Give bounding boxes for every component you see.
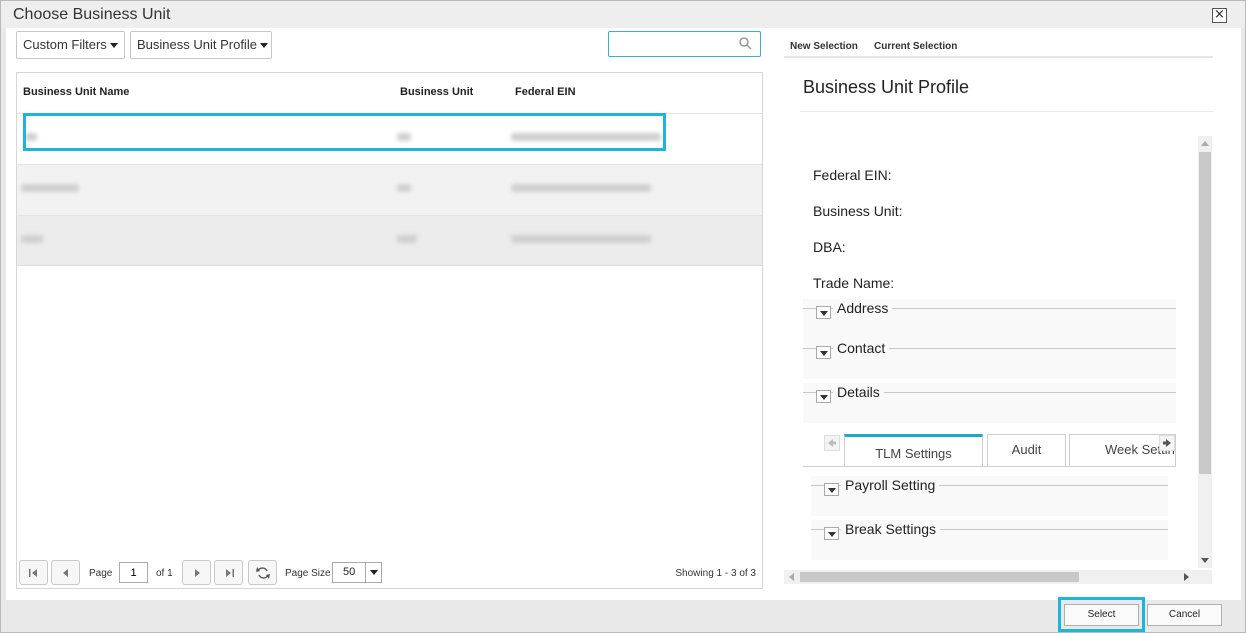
address-section: Address xyxy=(803,299,1176,339)
tab-divider xyxy=(784,56,1213,58)
redacted-cell xyxy=(511,235,651,243)
profile-title: Business Unit Profile xyxy=(803,77,970,97)
business-unit-profile-dropdown[interactable]: Business Unit Profile xyxy=(130,31,272,59)
contact-legend: Contact xyxy=(833,340,890,356)
page-label: Page xyxy=(89,568,113,579)
column-header-federal-ein[interactable]: Federal EIN xyxy=(515,86,576,98)
grid-pager: Page of 1 Page Size xyxy=(17,556,762,588)
select-button-highlight xyxy=(1058,597,1145,632)
choose-business-unit-dialog: Choose Business Unit × Custom Filters Bu… xyxy=(0,0,1246,633)
refresh-button[interactable] xyxy=(248,560,277,585)
tab-new-selection[interactable]: New Selection xyxy=(790,41,858,52)
break-settings-collapse-toggle[interactable] xyxy=(824,527,839,540)
chevron-down-icon xyxy=(820,311,828,316)
scroll-up-icon[interactable] xyxy=(1201,141,1209,146)
field-trade-name: Trade Name: xyxy=(813,275,895,291)
page-count-label: of 1 xyxy=(156,568,173,579)
break-settings-legend: Break Settings xyxy=(841,521,941,537)
profile-horizontal-scrollbar[interactable] xyxy=(784,570,1212,584)
next-page-icon xyxy=(195,569,200,577)
last-page-icon xyxy=(226,569,234,577)
tab-tlm-settings[interactable]: TLM Settings xyxy=(844,434,983,466)
column-header-business-unit-name[interactable]: Business Unit Name xyxy=(23,86,129,98)
scroll-right-icon[interactable] xyxy=(1184,573,1189,581)
chevron-down-icon xyxy=(365,563,381,582)
business-unit-profile-label: Business Unit Profile xyxy=(137,37,257,52)
previous-page-icon xyxy=(63,569,68,577)
scroll-left-icon[interactable] xyxy=(789,573,794,581)
tabs-scroll-right-button[interactable] xyxy=(1159,435,1175,451)
cancel-button[interactable]: Cancel xyxy=(1147,604,1222,626)
next-page-button[interactable] xyxy=(182,560,211,585)
close-icon: × xyxy=(1214,7,1225,22)
chevron-down-icon xyxy=(820,395,828,400)
redacted-cell xyxy=(397,235,417,243)
search-box xyxy=(608,31,761,57)
address-collapse-toggle[interactable] xyxy=(816,306,831,319)
redacted-cell xyxy=(397,184,411,192)
search-input[interactable] xyxy=(613,32,733,56)
field-dba: DBA: xyxy=(813,239,846,255)
details-section: Details xyxy=(803,383,1176,423)
contact-collapse-toggle[interactable] xyxy=(816,346,831,359)
refresh-icon xyxy=(256,567,270,579)
custom-filters-dropdown[interactable]: Custom Filters xyxy=(16,31,125,59)
vertical-scroll-thumb[interactable] xyxy=(1199,152,1211,474)
page-size-value: 50 xyxy=(343,566,356,578)
contact-section: Contact xyxy=(803,339,1176,379)
first-page-button[interactable] xyxy=(19,560,48,585)
page-size-select[interactable]: 50 xyxy=(332,562,382,583)
tab-current-selection[interactable]: Current Selection xyxy=(874,41,957,52)
chevron-down-icon xyxy=(828,532,836,537)
chevron-down-icon xyxy=(259,43,268,49)
horizontal-scroll-thumb[interactable] xyxy=(800,572,1079,582)
table-row[interactable] xyxy=(17,215,762,266)
payroll-setting-section: Payroll Setting xyxy=(811,476,1168,516)
chevron-down-icon xyxy=(820,351,828,356)
showing-count: Showing 1 - 3 of 3 xyxy=(675,568,756,579)
field-business-unit: Business Unit: xyxy=(813,203,903,219)
grid-header: Business Unit Name Business Unit Federal… xyxy=(17,73,762,113)
last-page-button[interactable] xyxy=(214,560,243,585)
arrow-right-icon xyxy=(1163,439,1171,447)
dialog-content: Custom Filters Business Unit Profile Bus… xyxy=(6,28,1241,600)
close-button[interactable]: × xyxy=(1212,8,1227,23)
redacted-cell xyxy=(21,184,79,192)
column-header-business-unit[interactable]: Business Unit xyxy=(400,86,473,98)
details-collapse-toggle[interactable] xyxy=(816,390,831,403)
selected-row-highlight xyxy=(23,113,666,151)
tab-audit[interactable]: Audit xyxy=(987,434,1066,466)
redacted-cell xyxy=(21,235,43,243)
field-federal-ein: Federal EIN: xyxy=(813,167,892,183)
address-legend: Address xyxy=(833,300,893,316)
table-row[interactable] xyxy=(17,164,762,215)
profile-divider xyxy=(800,111,1213,112)
arrow-left-icon xyxy=(828,439,836,447)
dialog-title: Choose Business Unit xyxy=(13,6,171,23)
tab-panel-border xyxy=(803,466,1176,467)
previous-page-button[interactable] xyxy=(51,560,80,585)
profile-vertical-scrollbar[interactable] xyxy=(1198,136,1212,568)
business-unit-grid: Business Unit Name Business Unit Federal… xyxy=(16,72,763,589)
page-number-input[interactable] xyxy=(119,562,148,583)
redacted-cell xyxy=(511,184,651,192)
custom-filters-label: Custom Filters xyxy=(23,37,107,52)
dialog-titlebar: Choose Business Unit × xyxy=(1,1,1245,28)
scroll-down-icon[interactable] xyxy=(1201,558,1209,563)
page-size-label: Page Size xyxy=(285,568,331,579)
tabs-scroll-left-button[interactable] xyxy=(824,435,840,451)
chevron-down-icon xyxy=(828,488,836,493)
details-legend: Details xyxy=(833,384,884,400)
first-page-icon xyxy=(29,569,37,577)
payroll-setting-legend: Payroll Setting xyxy=(841,477,940,493)
search-icon[interactable] xyxy=(739,37,752,50)
break-settings-section: Break Settings xyxy=(811,520,1168,560)
chevron-down-icon xyxy=(109,43,118,49)
payroll-setting-collapse-toggle[interactable] xyxy=(824,483,839,496)
